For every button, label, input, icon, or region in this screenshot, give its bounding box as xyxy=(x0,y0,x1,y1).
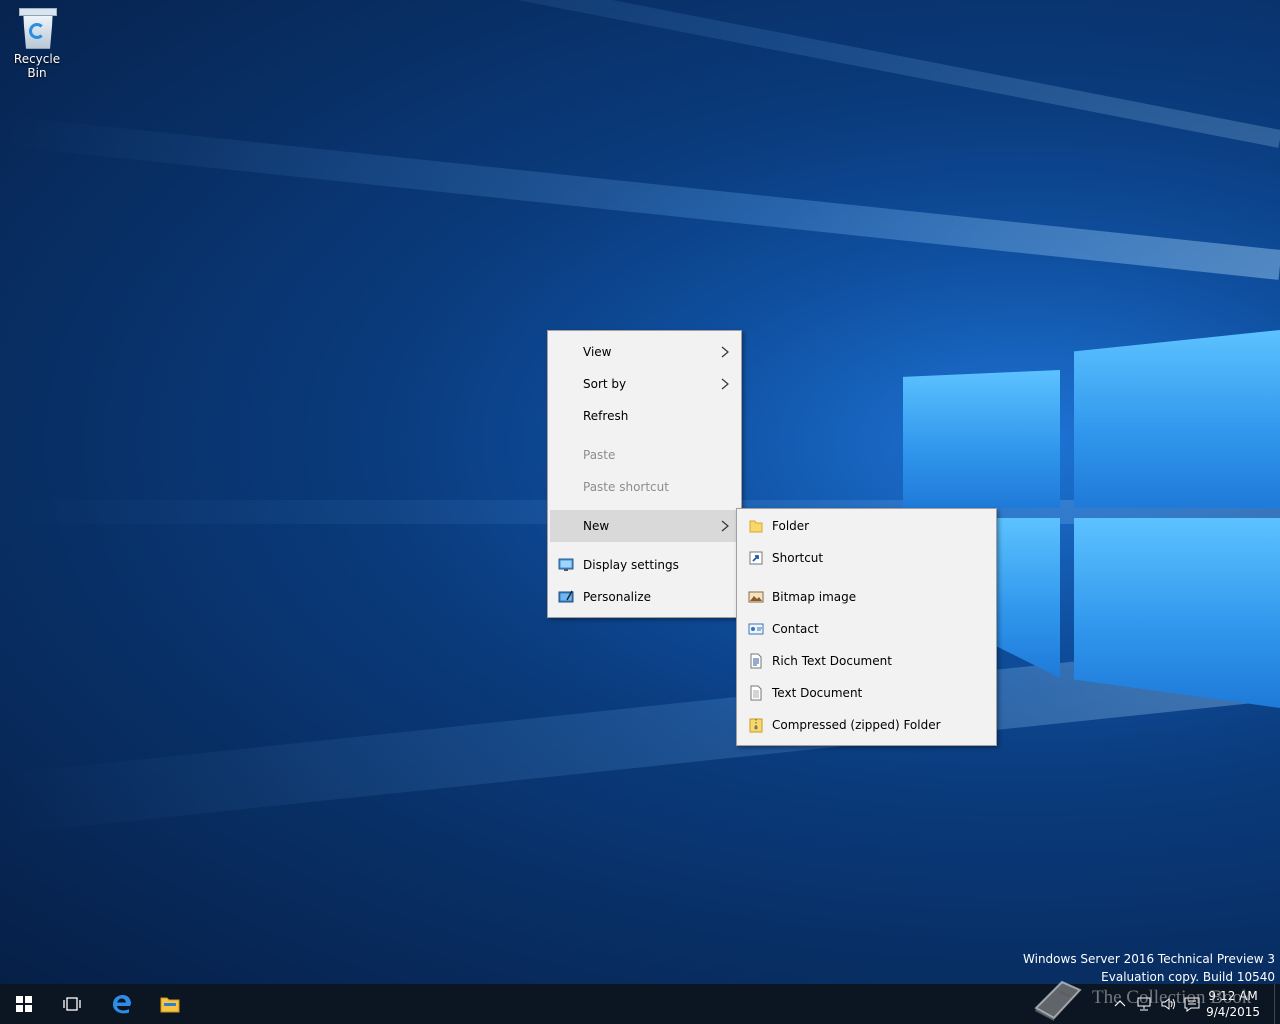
new-item-rich-text-document[interactable]: Rich Text Document xyxy=(739,645,994,677)
contact-icon xyxy=(748,623,764,635)
display-icon xyxy=(558,558,574,571)
brand-text: The Collection Book xyxy=(1092,987,1252,1008)
edge-icon xyxy=(113,995,131,1014)
zip-folder-icon xyxy=(749,718,763,733)
shortcut-icon xyxy=(749,551,763,565)
watermark-edition: Windows Server 2016 Technical Preview 3 xyxy=(1023,952,1275,966)
rich-text-icon xyxy=(750,653,762,669)
menu-item-view[interactable]: View xyxy=(550,336,739,368)
logo-pane-top-left xyxy=(903,370,1060,508)
chevron-right-icon xyxy=(721,378,729,390)
menu-item-personalize[interactable]: Personalize xyxy=(550,581,739,613)
submenu-item-label: Text Document xyxy=(772,686,863,700)
desktop-context-menu: View Sort by Refresh Paste Paste shortcu… xyxy=(547,330,742,618)
menu-item-label: Sort by xyxy=(583,377,627,391)
menu-item-label: Paste xyxy=(583,448,616,462)
menu-item-label: Personalize xyxy=(583,590,652,604)
menu-item-display-settings[interactable]: Display settings xyxy=(550,549,739,581)
logo-pane-bottom-right xyxy=(1074,518,1280,708)
new-submenu: Folder Shortcut Bitmap image Contact Ric… xyxy=(736,508,997,746)
menu-item-refresh[interactable]: Refresh xyxy=(550,400,739,432)
folder-icon xyxy=(749,520,763,533)
new-item-contact[interactable]: Contact xyxy=(739,613,994,645)
menu-item-paste-shortcut[interactable]: Paste shortcut xyxy=(550,471,739,503)
menu-item-label: View xyxy=(583,345,612,359)
text-document-icon xyxy=(750,685,762,701)
menu-item-label: Display settings xyxy=(583,558,679,572)
recycle-bin-label: Recycle Bin xyxy=(13,52,61,80)
file-explorer-icon xyxy=(160,997,180,1013)
submenu-item-label: Contact xyxy=(772,622,819,636)
start-icon xyxy=(16,996,32,1012)
submenu-item-label: Bitmap image xyxy=(772,590,857,604)
logo-pane-top-right xyxy=(1074,330,1280,508)
submenu-item-label: Folder xyxy=(772,519,810,533)
chevron-right-icon xyxy=(721,346,729,358)
logo-pane-bottom-left xyxy=(996,518,1060,678)
new-item-compressed-folder[interactable]: Compressed (zipped) Folder xyxy=(739,709,994,741)
task-view-icon xyxy=(63,997,81,1011)
desktop-background[interactable]: Recycle Bin View Sort by Refresh Paste P… xyxy=(0,0,1280,984)
show-desktop-button[interactable] xyxy=(1274,984,1280,1024)
light-beam xyxy=(21,0,1280,148)
recycle-bin-icon xyxy=(18,6,57,50)
submenu-item-label: Rich Text Document xyxy=(772,654,892,668)
menu-item-label: Refresh xyxy=(583,409,629,423)
chevron-right-icon xyxy=(721,520,729,532)
start-button[interactable] xyxy=(0,984,48,1024)
file-explorer-button[interactable] xyxy=(146,984,194,1024)
bitmap-icon xyxy=(748,591,764,603)
personalize-icon xyxy=(558,590,574,603)
new-item-folder[interactable]: Folder xyxy=(739,510,994,542)
new-item-shortcut[interactable]: Shortcut xyxy=(739,542,994,574)
brand-overlay: The Collection Book xyxy=(1030,972,1270,1024)
menu-item-label: Paste shortcut xyxy=(583,480,669,494)
menu-item-sort-by[interactable]: Sort by xyxy=(550,368,739,400)
task-view-button[interactable] xyxy=(48,984,96,1024)
recycle-bin-shortcut[interactable]: Recycle Bin xyxy=(4,6,70,80)
light-beam xyxy=(5,116,1280,280)
edge-button[interactable] xyxy=(98,984,146,1024)
book-icon xyxy=(1034,980,1082,1021)
new-item-text-document[interactable]: Text Document xyxy=(739,677,994,709)
menu-item-paste[interactable]: Paste xyxy=(550,439,739,471)
menu-item-new[interactable]: New xyxy=(550,510,739,542)
submenu-item-label: Compressed (zipped) Folder xyxy=(772,718,941,732)
new-item-bitmap-image[interactable]: Bitmap image xyxy=(739,581,994,613)
submenu-item-label: Shortcut xyxy=(772,551,824,565)
menu-item-label: New xyxy=(583,519,610,533)
